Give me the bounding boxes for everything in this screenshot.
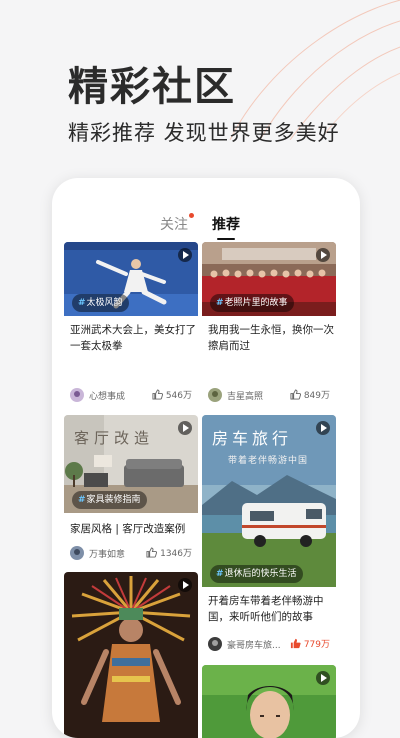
topic-tag[interactable]: #太极风韵 — [72, 294, 129, 312]
tab-recommend-label: 推荐 — [212, 217, 240, 233]
promo-subline: 精彩推荐 发现世界更多美好 — [68, 121, 340, 145]
thumbs-up-icon — [152, 389, 163, 400]
author-name[interactable]: 心想事成 — [89, 389, 125, 402]
card-meta: 吉星高照 849万 — [208, 388, 330, 404]
author-name[interactable]: 万事如意 — [89, 547, 125, 560]
card-title: 开着房车带着老伴畅游中国，来听听他们的故事 — [208, 595, 324, 623]
video-play-icon — [316, 248, 330, 262]
feed-card[interactable]: #太极风韵 亚洲武术大会上，美女打了一套太极拳 心想事成 546万 — [64, 242, 198, 408]
tab-active-indicator — [217, 238, 235, 240]
avatar[interactable] — [70, 546, 84, 560]
thumbs-up-icon — [146, 547, 158, 558]
like-button[interactable]: 1346万 — [146, 546, 192, 559]
thumbs-up-filled-icon — [290, 638, 301, 649]
tab-follow-label: 关注 — [160, 217, 188, 233]
card-image: 房车旅行 带着老伴畅游中国 #退休后的快乐生活 — [202, 415, 336, 587]
topic-tag[interactable]: #老照片里的故事 — [210, 294, 294, 312]
thumbs-up-icon — [290, 389, 301, 400]
like-count: 546万 — [165, 391, 192, 401]
card-image: #老照片里的故事 — [202, 242, 336, 316]
card-title: 我用我一生永恒，换你一次擦肩而过 — [208, 324, 334, 352]
card-meta: 豪哥房车旅... 779万 — [208, 637, 330, 653]
avatar[interactable] — [70, 388, 84, 402]
feed-card[interactable]: #老照片里的故事 我用我一生永恒，换你一次擦肩而过 吉星高照 849万 — [202, 242, 336, 408]
author-name[interactable]: 吉星高照 — [227, 389, 263, 402]
topic-tag[interactable]: #家具装修指南 — [72, 491, 147, 509]
like-count: 1346万 — [160, 549, 192, 559]
tab-recommend[interactable]: 推荐 — [212, 214, 240, 240]
feed-card[interactable] — [202, 665, 336, 738]
video-play-icon — [178, 421, 192, 435]
author-name[interactable]: 豪哥房车旅... — [227, 638, 281, 651]
video-play-icon — [316, 671, 330, 685]
phone-mockup: 关注 推荐 #太极风韵 亚洲武术大会上，美女打了一套太极拳 心想事成 546万 … — [52, 178, 360, 738]
like-count: 779万 — [303, 640, 330, 650]
video-play-icon — [178, 578, 192, 592]
image-overlay-text: 客厅改造 — [74, 429, 155, 447]
like-button[interactable]: 546万 — [152, 388, 192, 401]
feed-card[interactable]: 房车旅行 带着老伴畅游中国 #退休后的快乐生活 开着房车带着老伴畅游中国，来听听… — [202, 415, 336, 658]
like-count: 849万 — [303, 391, 330, 401]
notification-dot — [189, 213, 194, 218]
card-image: 客厅改造 #家具装修指南 — [64, 415, 198, 513]
avatar[interactable] — [208, 388, 222, 402]
image-overlay-subtext: 带着老伴畅游中国 — [228, 456, 309, 466]
like-button[interactable]: 779万 — [290, 637, 330, 650]
promo-headline: 精彩社区 — [68, 64, 236, 110]
card-title: 家居风格 | 客厅改造案例 — [70, 523, 186, 535]
card-meta: 心想事成 546万 — [70, 388, 192, 404]
feed-card[interactable] — [64, 572, 198, 738]
card-image — [64, 572, 198, 738]
feed-tabs: 关注 推荐 — [52, 213, 360, 240]
tab-follow[interactable]: 关注 — [160, 213, 194, 234]
video-play-icon — [316, 421, 330, 435]
card-meta: 万事如意 1346万 — [70, 546, 192, 562]
image-overlay-text: 房车旅行 — [212, 429, 293, 448]
feed-card[interactable]: 客厅改造 #家具装修指南 家居风格 | 客厅改造案例 万事如意 1346万 — [64, 415, 198, 565]
card-title: 亚洲武术大会上，美女打了一套太极拳 — [70, 324, 196, 352]
topic-tag[interactable]: #退休后的快乐生活 — [210, 565, 303, 583]
card-image: #太极风韵 — [64, 242, 198, 316]
video-play-icon — [178, 248, 192, 262]
avatar[interactable] — [208, 637, 222, 651]
like-button[interactable]: 849万 — [290, 388, 330, 401]
card-image — [202, 665, 336, 738]
